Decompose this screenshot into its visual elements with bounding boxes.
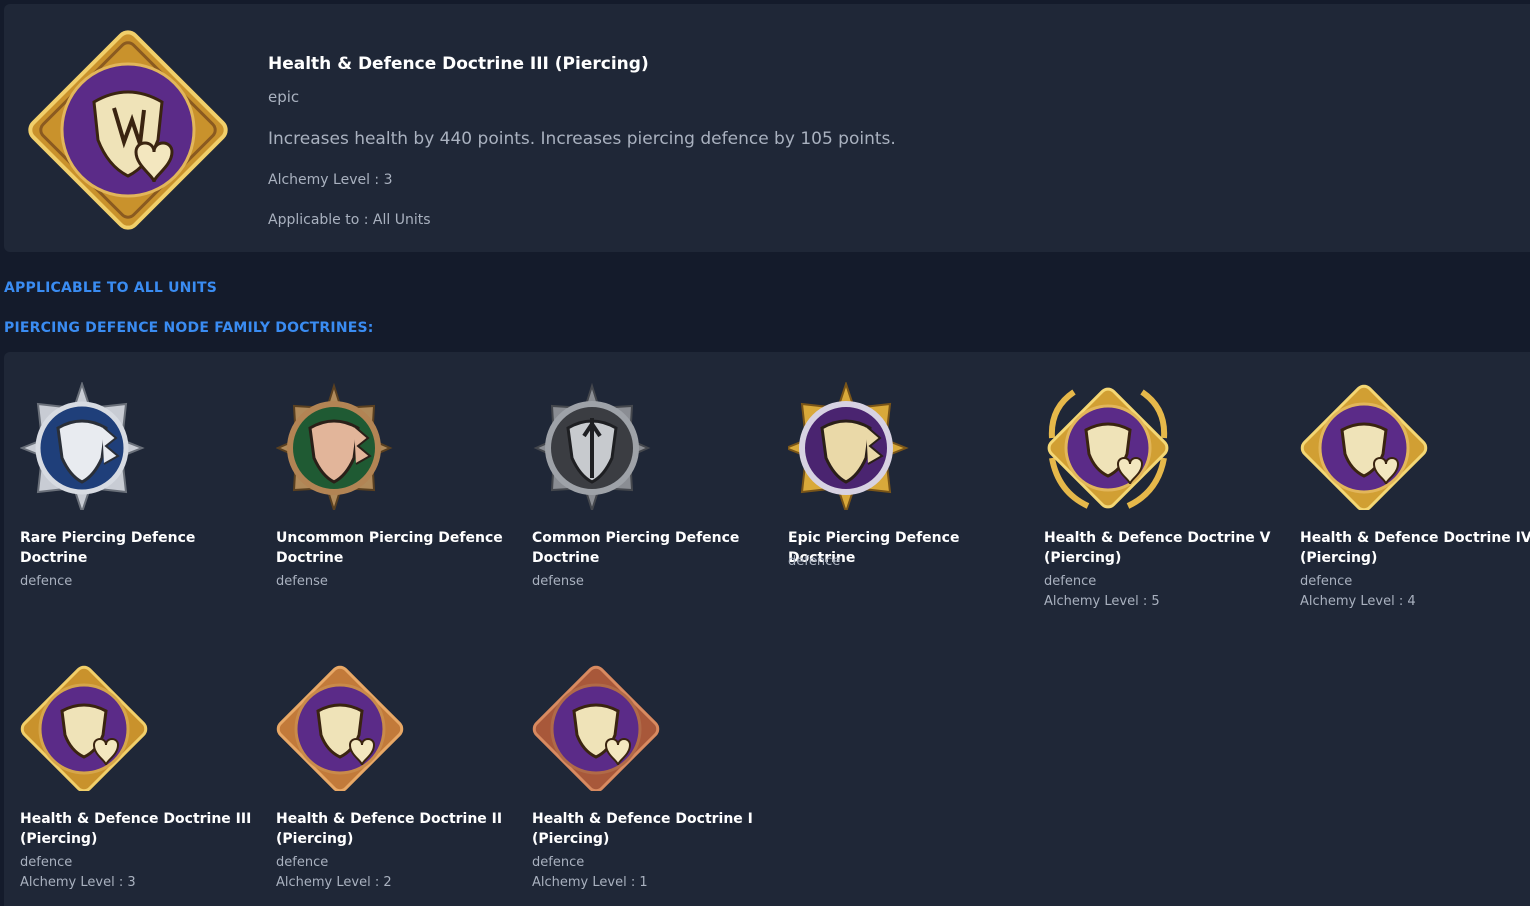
doctrine-category: defence bbox=[1300, 574, 1353, 589]
selected-doctrine-card: Health & Defence Doctrine III (Piercing)… bbox=[4, 4, 1530, 252]
doctrine-meta: defence Alchemy Level : 1 bbox=[532, 853, 772, 893]
doctrine-category: defence bbox=[532, 855, 585, 870]
doctrine-name: Health & Defence Doctrine IV (Piercing) bbox=[1300, 530, 1530, 566]
health-defence-i-icon bbox=[532, 665, 660, 791]
doctrine-meta: defence bbox=[20, 572, 260, 592]
doctrine-category: defence bbox=[20, 574, 73, 589]
doctrine-alchemy-level: Alchemy Level : 2 bbox=[276, 875, 392, 890]
doctrine-alchemy-level: Alchemy Level : 1 bbox=[532, 875, 648, 890]
doctrine-category: defence bbox=[20, 855, 73, 870]
doctrine-meta: defence bbox=[788, 552, 1028, 572]
health-defence-iv-icon bbox=[1300, 384, 1428, 510]
health-defence-doctrine-icon bbox=[28, 30, 228, 230]
doctrine-alchemy-level: Alchemy Level : 5 bbox=[1044, 594, 1160, 609]
rare-shield-icon bbox=[20, 382, 145, 510]
doctrine-alchemy-level: Alchemy Level : 3 bbox=[20, 875, 136, 890]
applicable-heading: APPLICABLE TO ALL UNITS bbox=[4, 280, 218, 296]
doctrine-meta: defence Alchemy Level : 2 bbox=[276, 853, 516, 893]
doctrine-meta: defence Alchemy Level : 3 bbox=[20, 853, 260, 893]
doctrine-category: defence bbox=[1044, 574, 1097, 589]
selected-doctrine-description: Increases health by 440 points. Increase… bbox=[268, 129, 896, 149]
doctrine-meta: defense bbox=[532, 572, 772, 592]
selected-doctrine-alchemy-level: Alchemy Level : 3 bbox=[268, 172, 393, 188]
doctrine-name: Rare Piercing Defence Doctrine bbox=[20, 530, 196, 566]
selected-doctrine-title: Health & Defence Doctrine III (Piercing) bbox=[268, 54, 649, 74]
uncommon-shield-icon bbox=[276, 382, 393, 510]
selected-doctrine-info: Health & Defence Doctrine III (Piercing)… bbox=[268, 54, 896, 228]
doctrine-name: Health & Defence Doctrine II (Piercing) bbox=[276, 811, 503, 847]
doctrine-category: defense bbox=[532, 574, 584, 589]
family-heading: PIERCING DEFENCE NODE FAMILY DOCTRINES: bbox=[4, 320, 374, 336]
doctrine-name: Uncommon Piercing Defence Doctrine bbox=[276, 530, 503, 566]
health-defence-v-icon bbox=[1047, 387, 1169, 509]
doctrine-category: defense bbox=[276, 574, 328, 589]
doctrine-family-grid: Rare Piercing Defence Doctrine defence U… bbox=[4, 352, 1530, 906]
doctrine-meta: defence Alchemy Level : 5 bbox=[1044, 572, 1284, 612]
selected-doctrine-applicable: Applicable to : All Units bbox=[268, 212, 431, 228]
health-defence-iii-icon bbox=[20, 665, 148, 791]
doctrine-name: Health & Defence Doctrine III (Piercing) bbox=[20, 811, 252, 847]
doctrine-category: defence bbox=[788, 554, 841, 569]
doctrine-meta: defence Alchemy Level : 4 bbox=[1300, 572, 1530, 612]
epic-shield-icon bbox=[788, 382, 909, 510]
doctrine-name: Health & Defence Doctrine V (Piercing) bbox=[1044, 530, 1271, 566]
doctrine-name: Health & Defence Doctrine I (Piercing) bbox=[532, 811, 753, 847]
health-defence-ii-icon bbox=[276, 665, 404, 791]
selected-doctrine-rarity: epic bbox=[268, 88, 300, 106]
doctrine-meta: defense bbox=[276, 572, 516, 592]
doctrine-alchemy-level: Alchemy Level : 4 bbox=[1300, 594, 1416, 609]
doctrine-category: defence bbox=[276, 855, 329, 870]
common-shield-icon bbox=[533, 382, 651, 510]
doctrine-name: Common Piercing Defence Doctrine bbox=[532, 530, 740, 566]
